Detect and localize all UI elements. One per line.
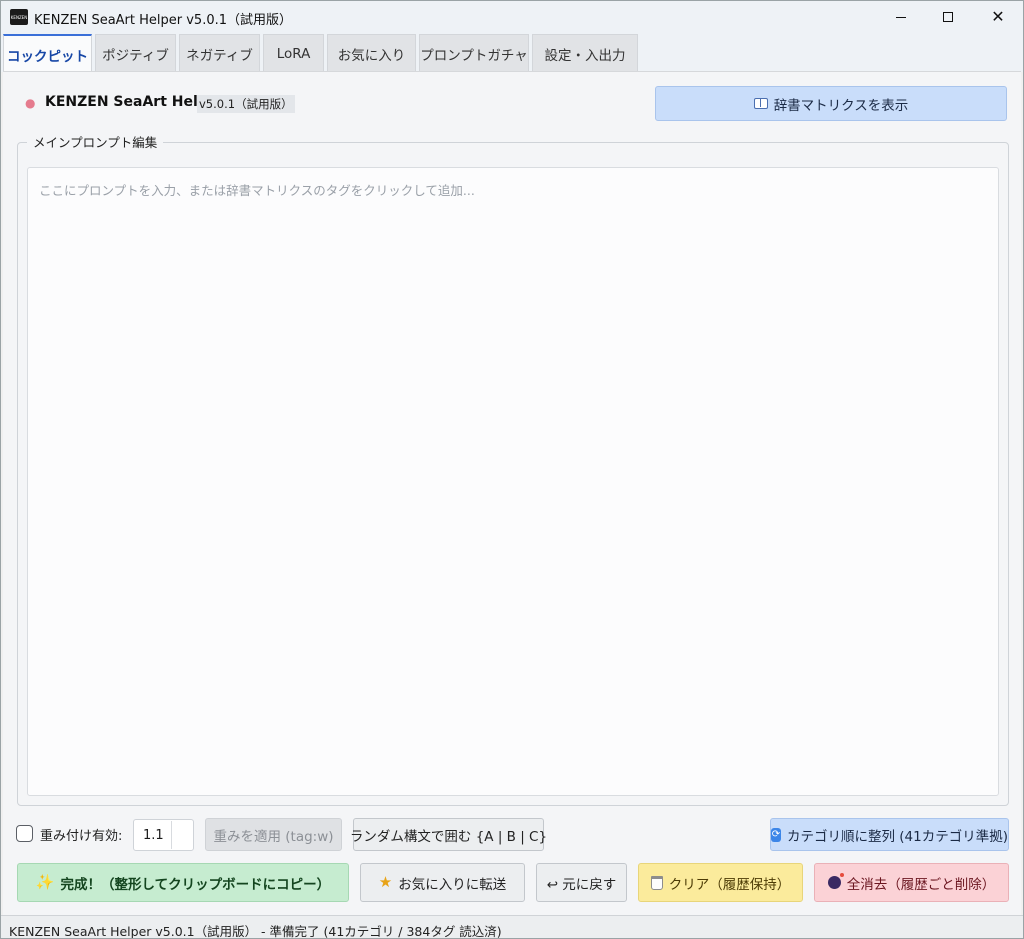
sort-by-category-button[interactable]: ⟳ カテゴリ順に整列 (41カテゴリ準拠) [770,818,1009,851]
erase-all-button[interactable]: 全消去（履歴ごと削除） [814,863,1009,902]
weight-enabled-label: 重み付け有効: [40,829,123,844]
refresh-icon: ⟳ [771,827,781,842]
sparkle-icon: ✨ [35,873,55,891]
send-to-favorites-button[interactable]: ★ お気に入りに転送 [360,863,525,902]
star-icon: ★ [378,873,393,891]
status-text: KENZEN SeaArt Helper v5.0.1（試用版） - 準備完了 … [9,924,502,939]
sort-by-category-label: カテゴリ順に整列 (41カテゴリ準拠) [786,828,1008,845]
tab-cockpit[interactable]: コックピット [3,34,92,73]
complete-copy-button[interactable]: ✨ 完成！（整形してクリップボードにコピー） [17,863,349,902]
tab-bar: コックピット ポジティブ ネガティブ LoRA お気に入り プロンプトガチャ 設… [1,33,1023,73]
close-button[interactable]: ✕ [975,1,1021,33]
window-title: KENZEN SeaArt Helper v5.0.1（試用版） [34,13,293,28]
status-bar: KENZEN SeaArt Helper v5.0.1（試用版） - 準備完了 … [1,915,1023,939]
clear-button[interactable]: クリア（履歴保持） [638,863,803,902]
tab-positive[interactable]: ポジティブ [95,34,176,72]
random-syntax-button[interactable]: ランダム構文で囲む {A | B | C} [350,818,547,851]
tab-negative[interactable]: ネガティブ [179,34,260,72]
prompt-textarea[interactable]: ここにプロンプトを入力、または辞書マトリクスのタグをクリックして追加... [27,167,999,796]
weight-enabled-checkbox[interactable] [16,825,33,842]
complete-copy-label: 完成！（整形してクリップボードにコピー） [60,876,331,893]
clear-label: クリア（履歴保持） [668,876,791,893]
erase-all-label: 全消去（履歴ごと削除） [846,876,996,893]
main-prompt-group-label: メインプロンプト編集 [27,132,164,151]
apply-weight-button[interactable]: 重みを適用 (tag:w) [205,818,342,851]
weight-value: 1.1 [143,828,164,843]
minimize-icon [896,16,906,18]
tab-settings-io[interactable]: 設定・入出力 [532,34,638,72]
undo-button[interactable]: ↩ 元に戻す [536,863,627,902]
maximize-icon [943,12,953,22]
tab-favorites[interactable]: お気に入り [327,34,416,72]
spinbox-divider [171,821,172,849]
show-dictionary-label: 辞書マトリクスを表示 [773,97,909,114]
show-dictionary-button[interactable]: 辞書マトリクスを表示 [655,86,1007,121]
book-icon [753,98,768,109]
close-icon: ✕ [991,7,1005,26]
bomb-icon [827,873,844,889]
maximize-button[interactable] [925,1,971,33]
title-bar[interactable]: KENZEN KENZEN SeaArt Helper v5.0.1（試用版） … [1,1,1023,33]
minimize-button[interactable] [878,1,924,33]
weight-value-spinbox[interactable]: 1.1 [133,819,194,851]
prompt-placeholder: ここにプロンプトを入力、または辞書マトリクスのタグをクリックして追加... [39,183,475,198]
trash-icon [650,875,663,890]
tab-prompt-gacha[interactable]: プロンプトガチャ [419,34,529,72]
app-window: KENZEN KENZEN SeaArt Helper v5.0.1（試用版） … [0,0,1024,939]
brain-icon: ● [25,96,36,110]
tab-lora[interactable]: LoRA [263,34,324,72]
version-badge: v5.0.1（試用版） [197,95,295,113]
app-logo-icon: KENZEN [10,9,28,25]
send-to-favorites-label: お気に入りに転送 [398,876,507,893]
